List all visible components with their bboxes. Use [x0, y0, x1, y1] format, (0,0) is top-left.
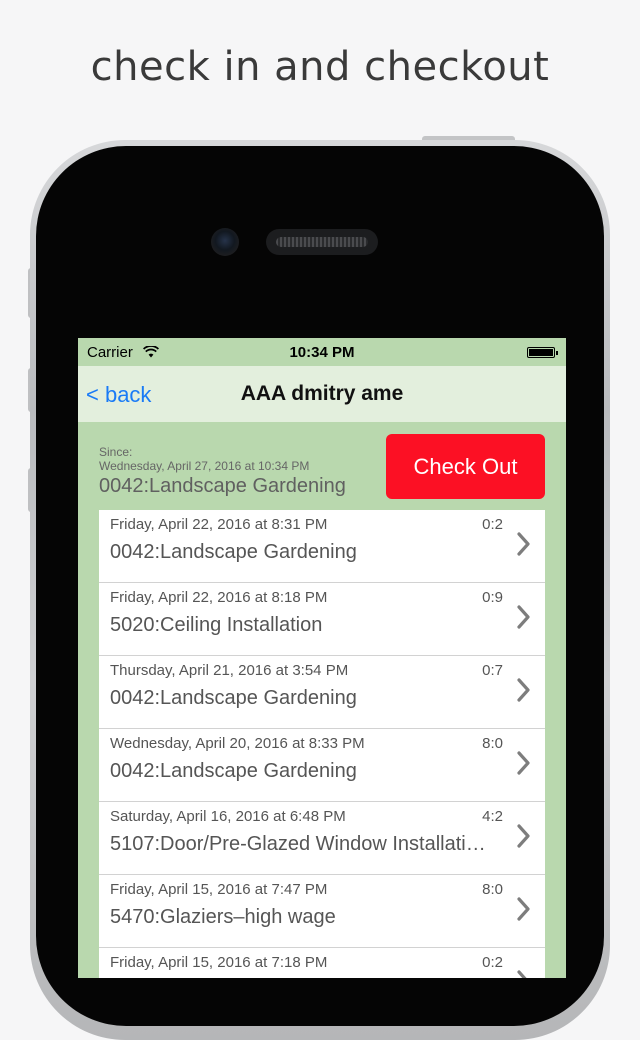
check-out-button[interactable]: Check Out: [386, 434, 545, 499]
chevron-right-icon: [517, 824, 530, 848]
entry-duration: 8:0: [482, 735, 503, 752]
list-item[interactable]: Friday, April 22, 2016 at 8:18 PM 0:9 5020…: [99, 583, 545, 656]
entry-job: 0042:Landscape Gardening: [110, 760, 357, 782]
list-item[interactable]: Saturday, April 16, 2016 at 6:48 PM 4:2 51…: [99, 802, 545, 875]
chevron-right-icon: [517, 897, 530, 921]
page-caption: check in and checkout: [90, 44, 550, 90]
list-item[interactable]: Friday, April 15, 2016 at 7:47 PM 8:0 5470…: [99, 875, 545, 948]
navigation-bar: < back AAA dmitry ame: [78, 366, 566, 422]
entry-date: Wednesday, April 20, 2016 at 8:33 PM: [110, 735, 365, 752]
list-item[interactable]: Friday, April 22, 2016 at 8:31 PM 0:2 0042…: [99, 510, 545, 583]
since-label: Since:: [99, 445, 133, 459]
entry-duration: 0:9: [482, 589, 503, 606]
entry-job: 0042:Landscape Gardening: [110, 687, 357, 709]
entry-duration: 0:7: [482, 662, 503, 679]
entry-date: Friday, April 15, 2016 at 7:18 PM: [110, 954, 328, 971]
entry-date: Friday, April 22, 2016 at 8:31 PM: [110, 516, 328, 533]
entry-job: 0042:Landscape Gardening: [110, 541, 357, 563]
chevron-right-icon: [517, 751, 530, 775]
list-item[interactable]: Thursday, April 21, 2016 at 3:54 PM 0:7 00…: [99, 656, 545, 729]
status-time: 10:34 PM: [289, 344, 355, 361]
entry-duration: 0:2: [482, 954, 503, 971]
entry-date: Thursday, April 21, 2016 at 3:54 PM: [110, 662, 349, 679]
list-item[interactable]: Friday, April 15, 2016 at 7:18 PM 0:2: [99, 948, 545, 978]
history-list: Friday, April 22, 2016 at 8:31 PM 0:2 0042…: [99, 510, 545, 978]
list-item[interactable]: Wednesday, April 20, 2016 at 8:33 PM 8:0 0…: [99, 729, 545, 802]
speaker-grille: [266, 229, 378, 255]
entry-duration: 8:0: [482, 881, 503, 898]
chevron-right-icon: [517, 532, 530, 556]
battery-icon: [527, 347, 558, 358]
chevron-right-icon: [517, 605, 530, 629]
entry-job: 5470:Glaziers–high wage: [110, 906, 336, 928]
entry-job: 5107:Door/Pre-Glazed Window Installati…: [110, 833, 486, 855]
entry-duration: 0:2: [482, 516, 503, 533]
entry-duration: 4:2: [482, 808, 503, 825]
entry-job: 5020:Ceiling Installation: [110, 614, 323, 636]
entry-date: Saturday, April 16, 2016 at 6:48 PM: [110, 808, 346, 825]
chevron-right-icon: [517, 970, 527, 978]
app-screen: Carrier 10:34 PM < back AAA dmitry ame S…: [78, 338, 566, 978]
entry-date: Friday, April 22, 2016 at 8:18 PM: [110, 589, 328, 606]
page-title: AAA dmitry ame: [240, 382, 404, 405]
entry-date: Friday, April 15, 2016 at 7:47 PM: [110, 881, 328, 898]
chevron-right-icon: [517, 678, 530, 702]
since-date: Wednesday, April 27, 2016 at 10:34 PM: [99, 459, 310, 473]
status-bar: Carrier 10:34 PM: [78, 338, 566, 366]
current-job: 0042:Landscape Gardening: [99, 475, 346, 497]
current-checkin: Since: Wednesday, April 27, 2016 at 10:3…: [99, 445, 369, 498]
front-camera-icon: [211, 228, 239, 256]
